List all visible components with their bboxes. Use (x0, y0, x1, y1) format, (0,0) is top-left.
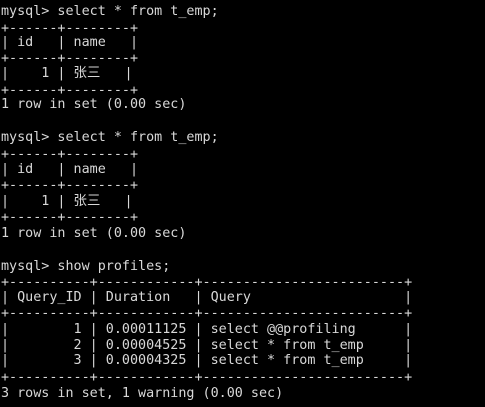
table-border: +------+--------+ (1, 178, 139, 193)
table-border: +------+--------+ (1, 51, 139, 66)
table-border: +----------+------------+---------------… (1, 370, 413, 385)
prompt-line: mysql> show profiles; (1, 259, 171, 274)
table-header-row: | id | name | (1, 35, 139, 50)
table-border: +------+--------+ (1, 210, 139, 225)
table-border: +----------+------------+---------------… (1, 275, 413, 290)
result-summary: 1 row in set (0.00 sec) (1, 97, 187, 112)
table-data-row: | 1 | 张三 | (1, 194, 133, 209)
table-data-row: | 1 | 张三 | (1, 66, 133, 81)
terminal-window[interactable]: mysql> select * from t_emp; +------+----… (1, 0, 485, 407)
table-data-row: | 3 | 0.00004325 | select * from t_emp | (1, 353, 413, 368)
table-data-row: | 2 | 0.00004525 | select * from t_emp | (1, 338, 413, 353)
table-data-row: | 1 | 0.00011125 | select @@profiling | (1, 322, 413, 337)
prompt-line: mysql> select * from t_emp; (1, 130, 219, 145)
result-summary: 1 row in set (0.00 sec) (1, 226, 187, 241)
table-border: +------+--------+ (1, 147, 139, 162)
result-summary: 3 rows in set, 1 warning (0.00 sec) (1, 386, 284, 401)
prompt-line: mysql> select * from t_emp; (1, 4, 219, 19)
table-border: +----------+------------+---------------… (1, 306, 413, 321)
table-header-row: | id | name | (1, 162, 139, 177)
table-header-row: | Query_ID | Duration | Query | (1, 290, 413, 305)
